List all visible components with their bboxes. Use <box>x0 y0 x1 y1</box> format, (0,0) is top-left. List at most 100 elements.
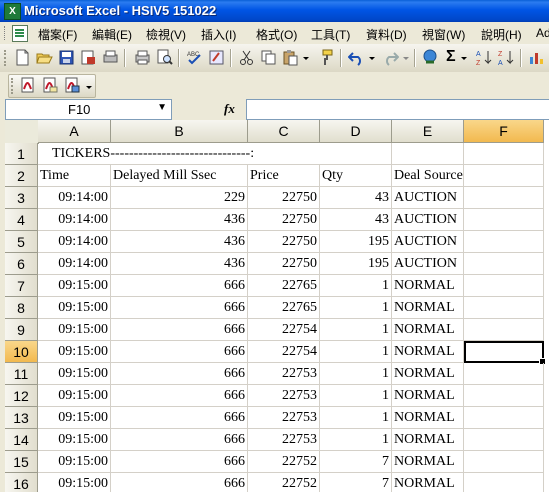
cell-a3[interactable]: 09:14:00 <box>38 187 111 209</box>
cell-a6[interactable]: 09:14:00 <box>38 253 111 275</box>
cell-c14[interactable]: 22753 <box>248 429 320 451</box>
row-header-14[interactable]: 14 <box>5 429 38 451</box>
cell-c8[interactable]: 22765 <box>248 297 320 319</box>
row-header-1[interactable]: 1 <box>5 143 38 165</box>
chart-icon[interactable] <box>528 49 545 66</box>
cell-b7[interactable]: 666 <box>111 275 248 297</box>
cell-f8[interactable] <box>464 297 544 319</box>
column-header-a[interactable]: A <box>38 120 111 143</box>
cell-d9[interactable]: 1 <box>320 319 392 341</box>
cell-c5[interactable]: 22750 <box>248 231 320 253</box>
cell-d10[interactable]: 1 <box>320 341 392 363</box>
cell-e6[interactable]: AUCTION <box>392 253 464 275</box>
new-icon[interactable] <box>14 49 31 66</box>
name-box[interactable]: F10 ▼ <box>5 99 172 120</box>
cell-a4[interactable]: 09:14:00 <box>38 209 111 231</box>
column-header-b[interactable]: B <box>111 120 248 143</box>
cell-b11[interactable]: 666 <box>111 363 248 385</box>
menu-grip[interactable] <box>4 26 8 40</box>
column-header-d[interactable]: D <box>320 120 392 143</box>
permission-icon[interactable] <box>80 49 97 66</box>
cell-f13[interactable] <box>464 407 544 429</box>
cell-e11[interactable]: NORMAL <box>392 363 464 385</box>
excel-app-icon[interactable]: X <box>4 3 21 20</box>
cell-a5[interactable]: 09:14:00 <box>38 231 111 253</box>
paste-icon[interactable] <box>282 49 299 66</box>
research-icon[interactable] <box>208 49 225 66</box>
autosum-icon[interactable]: Σ <box>446 48 456 66</box>
chevron-down-icon[interactable]: ▼ <box>157 102 167 113</box>
cell-d15[interactable]: 7 <box>320 451 392 473</box>
cell-e7[interactable]: NORMAL <box>392 275 464 297</box>
cell-b8[interactable]: 666 <box>111 297 248 319</box>
format-painter-icon[interactable] <box>318 49 335 66</box>
cell-a16[interactable]: 09:15:00 <box>38 473 111 492</box>
print-preview-icon[interactable] <box>102 49 119 66</box>
cell-a10[interactable]: 09:15:00 <box>38 341 111 363</box>
cell-f1[interactable] <box>464 143 544 165</box>
cell-a1[interactable]: TICKERS------------------------------: <box>38 143 320 165</box>
row-header-11[interactable]: 11 <box>5 363 38 385</box>
row-header-16[interactable]: 16 <box>5 473 38 492</box>
cell-c15[interactable]: 22752 <box>248 451 320 473</box>
cell-c10[interactable]: 22754 <box>248 341 320 363</box>
cell-d13[interactable]: 1 <box>320 407 392 429</box>
cell-f10[interactable] <box>464 341 546 365</box>
cell-c16[interactable]: 22752 <box>248 473 320 492</box>
cell-d6[interactable]: 195 <box>320 253 392 275</box>
cell-d8[interactable]: 1 <box>320 297 392 319</box>
cell-b14[interactable]: 666 <box>111 429 248 451</box>
select-all-corner[interactable] <box>5 120 39 144</box>
menu-file[interactable]: 檔案(F) <box>38 26 77 43</box>
redo-icon[interactable] <box>382 49 399 66</box>
row-header-5[interactable]: 5 <box>5 231 38 253</box>
row-header-3[interactable]: 3 <box>5 187 38 209</box>
sort-descending-icon[interactable]: ZA <box>498 49 515 66</box>
row-header-2[interactable]: 2 <box>5 165 38 187</box>
workbook-icon[interactable] <box>12 25 28 42</box>
cell-b4[interactable]: 436 <box>111 209 248 231</box>
pdf-email-icon[interactable] <box>41 77 58 94</box>
cell-f7[interactable] <box>464 275 544 297</box>
open-icon[interactable] <box>36 49 53 66</box>
cell-a14[interactable]: 09:15:00 <box>38 429 111 451</box>
row-header-13[interactable]: 13 <box>5 407 38 429</box>
print-icon[interactable] <box>134 49 151 66</box>
cell-e5[interactable]: AUCTION <box>392 231 464 253</box>
cell-f15[interactable] <box>464 451 544 473</box>
menu-format[interactable]: 格式(O) <box>256 26 297 43</box>
cell-b16[interactable]: 666 <box>111 473 248 492</box>
cell-e1[interactable] <box>392 143 464 165</box>
formula-input[interactable] <box>246 99 549 120</box>
cell-a13[interactable]: 09:15:00 <box>38 407 111 429</box>
cell-e10[interactable]: NORMAL <box>392 341 464 363</box>
save-icon[interactable] <box>58 49 75 66</box>
pdf-review-icon[interactable] <box>63 77 80 94</box>
menu-tools[interactable]: 工具(T) <box>311 26 350 43</box>
cell-a8[interactable]: 09:15:00 <box>38 297 111 319</box>
row-header-8[interactable]: 8 <box>5 297 38 319</box>
row-header-12[interactable]: 12 <box>5 385 38 407</box>
cell-b13[interactable]: 666 <box>111 407 248 429</box>
cell-c13[interactable]: 22753 <box>248 407 320 429</box>
row-header-15[interactable]: 15 <box>5 451 38 473</box>
preview-icon[interactable] <box>156 49 173 66</box>
cell-e9[interactable]: NORMAL <box>392 319 464 341</box>
menu-data[interactable]: 資料(D) <box>366 26 407 43</box>
spelling-icon[interactable]: ABC <box>186 49 203 66</box>
cell-d11[interactable]: 1 <box>320 363 392 385</box>
cell-a2[interactable]: Time <box>38 165 111 187</box>
cell-f4[interactable] <box>464 209 544 231</box>
cell-b2[interactable]: Delayed Mill Ssec <box>111 165 248 187</box>
cell-c12[interactable]: 22753 <box>248 385 320 407</box>
row-header-6[interactable]: 6 <box>5 253 38 275</box>
cell-d4[interactable]: 43 <box>320 209 392 231</box>
cell-f9[interactable] <box>464 319 544 341</box>
redo-dropdown-icon[interactable] <box>402 49 410 66</box>
cell-e13[interactable]: NORMAL <box>392 407 464 429</box>
cell-d3[interactable]: 43 <box>320 187 392 209</box>
toolbar-options-icon[interactable] <box>85 77 94 94</box>
cell-c7[interactable]: 22765 <box>248 275 320 297</box>
pdf-create-icon[interactable] <box>19 77 36 94</box>
cell-e2[interactable]: Deal Source <box>392 165 464 187</box>
